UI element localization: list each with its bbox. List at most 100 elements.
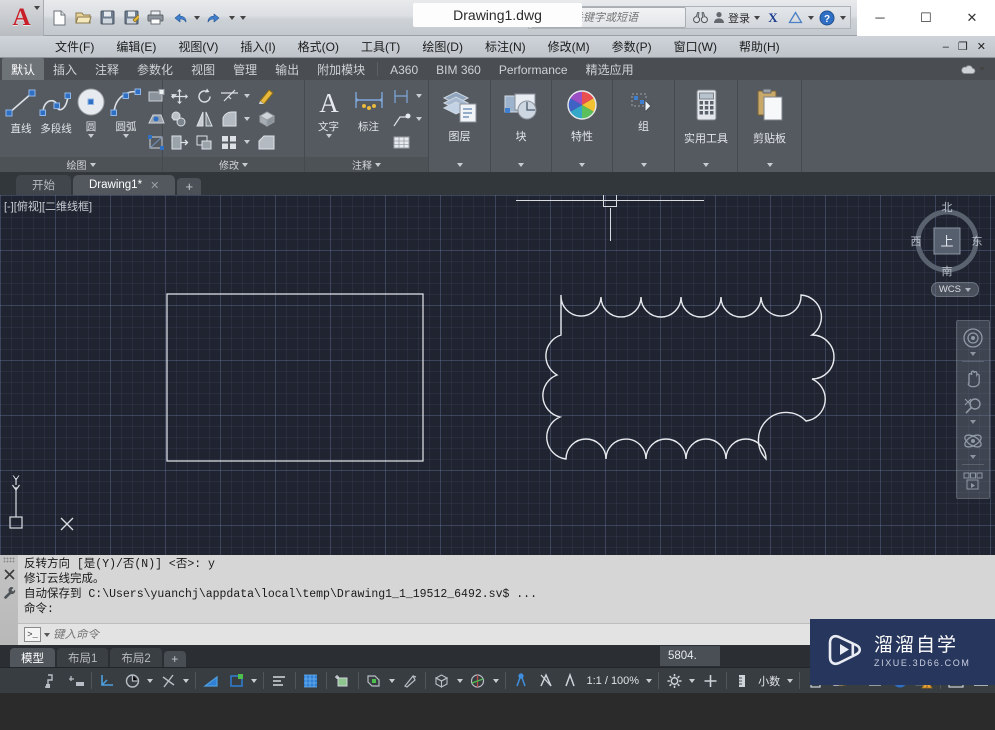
isometric-drafting-button[interactable] xyxy=(267,669,292,693)
ribbon-tab-parametric[interactable]: 参数化 xyxy=(128,58,182,80)
save-as-file-icon[interactable] xyxy=(120,6,143,30)
object-snap-button[interactable] xyxy=(330,669,355,693)
trim-button[interactable] xyxy=(217,85,241,107)
menu-item-edit[interactable]: 编辑(E) xyxy=(105,36,167,57)
ribbon-tab-annotate[interactable]: 注释 xyxy=(86,58,128,80)
layout-tab-layout1[interactable]: 布局1 xyxy=(57,648,109,667)
wcs-selector[interactable]: WCS xyxy=(930,282,979,297)
workspace-switch-button[interactable] xyxy=(662,669,687,693)
command-prompt-chevron-down-icon[interactable] xyxy=(44,632,50,637)
command-settings-wrench-icon[interactable] xyxy=(3,586,16,600)
trim-chevron-down-icon[interactable] xyxy=(242,85,252,107)
close-document-button[interactable]: ✕ xyxy=(977,40,986,53)
dim-style-chevron-down-icon[interactable] xyxy=(414,85,424,107)
modify-panel-title[interactable]: 修改 xyxy=(163,157,304,172)
draw-panel-chevron-down-icon[interactable] xyxy=(89,162,96,167)
annotation-visibility-button[interactable] xyxy=(509,669,534,693)
restore-document-button[interactable]: ❐ xyxy=(958,40,968,53)
help-chevron-down-icon[interactable] xyxy=(838,6,848,30)
autocad-a-logo[interactable]: A xyxy=(0,0,44,36)
annotation-monitor-button[interactable] xyxy=(558,669,583,693)
undo-chevron-down-icon[interactable] xyxy=(192,6,202,30)
mirror-button[interactable] xyxy=(192,108,216,130)
qat-customize-chevron-down-icon[interactable] xyxy=(238,6,248,30)
file-tab-drawing1[interactable]: Drawing1* ✕ xyxy=(73,175,176,195)
file-tab-close-icon[interactable]: ✕ xyxy=(150,179,159,192)
units-chevron-down-icon[interactable] xyxy=(784,669,796,693)
menu-item-draw[interactable]: 绘图(D) xyxy=(411,36,474,57)
ribbon-tab-insert[interactable]: 插入 xyxy=(44,58,86,80)
circle-chevron-down-icon[interactable] xyxy=(88,134,94,138)
command-line-grip[interactable] xyxy=(3,557,15,563)
dynamic-ucs-button[interactable] xyxy=(466,669,491,693)
autoscale-button[interactable] xyxy=(533,669,558,693)
arc-button[interactable]: 圆弧 xyxy=(109,83,143,138)
leader-button[interactable] xyxy=(389,108,413,130)
arc-chevron-down-icon[interactable] xyxy=(123,134,129,138)
command-close-icon[interactable] xyxy=(3,569,15,580)
annotation-panel-title[interactable]: 注释 xyxy=(305,157,428,172)
layout-tab-layout2[interactable]: 布局2 xyxy=(110,648,162,667)
view-cube[interactable]: 北 南 东 西 上 xyxy=(907,195,987,279)
block-panel[interactable]: 块 xyxy=(491,80,552,172)
rotate-button[interactable] xyxy=(192,85,216,107)
clipboard-panel[interactable]: 剪贴板 xyxy=(738,80,802,172)
annotation-scale-chevron-down-icon[interactable] xyxy=(643,669,655,693)
display-grid-button[interactable] xyxy=(64,669,89,693)
ribbon-tab-default[interactable]: 默认 xyxy=(2,58,45,80)
object-snap-tracking-button[interactable] xyxy=(299,669,324,693)
text-chevron-down-icon[interactable] xyxy=(325,134,332,138)
array-button[interactable] xyxy=(217,131,241,153)
a360-chevron-down-icon[interactable] xyxy=(806,6,816,30)
dim-style-button[interactable] xyxy=(389,85,413,107)
redo-chevron-down-icon[interactable] xyxy=(227,6,237,30)
steering-wheel-button[interactable] xyxy=(958,324,988,359)
properties-panel-chevron-down-icon[interactable] xyxy=(579,157,585,172)
move-button[interactable] xyxy=(167,85,191,107)
annotation-panel-chevron-down-icon[interactable] xyxy=(375,162,381,167)
menu-item-tools[interactable]: 工具(T) xyxy=(350,36,411,57)
exchange-apps-icon[interactable]: X xyxy=(762,5,784,31)
utilities-panel[interactable]: 实用工具 xyxy=(675,80,738,172)
new-file-icon[interactable] xyxy=(48,6,71,30)
dynamic-ucs-chevron-down-icon[interactable] xyxy=(490,669,502,693)
ribbon-tab-performance[interactable]: Performance xyxy=(490,58,577,80)
copy-button[interactable] xyxy=(167,108,191,130)
ribbon-tab-a360[interactable]: A360 xyxy=(381,58,427,80)
ribbon-tab-manage[interactable]: 管理 xyxy=(224,58,266,80)
steering-wheel-chevron-down-icon[interactable] xyxy=(970,352,976,356)
block-panel-chevron-down-icon[interactable] xyxy=(518,157,524,172)
polar-tracking-chevron-down-icon[interactable] xyxy=(248,669,260,693)
dimension-button[interactable]: 标注 xyxy=(349,83,388,134)
clipboard-panel-chevron-down-icon[interactable] xyxy=(766,157,773,172)
ribbon-cloud-button[interactable] xyxy=(960,58,995,80)
chamfer-button[interactable] xyxy=(255,131,279,153)
close-window-button[interactable]: ✕ xyxy=(949,0,995,36)
draw-panel-title[interactable]: 绘图 xyxy=(0,157,162,172)
fillet-chevron-down-icon[interactable] xyxy=(242,108,252,130)
scale-button[interactable] xyxy=(192,131,216,153)
lineweight-chevron-down-icon[interactable] xyxy=(386,669,398,693)
wcs-chevron-down-icon[interactable] xyxy=(965,287,971,292)
save-file-icon[interactable] xyxy=(96,6,119,30)
annotation-scale-label[interactable]: 1:1 / 100% xyxy=(582,675,643,687)
add-status-button[interactable] xyxy=(698,669,723,693)
dynamic-input-chevron-down-icon[interactable] xyxy=(181,669,193,693)
fillet-button[interactable] xyxy=(217,108,241,130)
coordinate-display[interactable]: 5804. xyxy=(660,646,720,666)
menu-item-help[interactable]: 帮助(H) xyxy=(728,36,791,57)
ribbon-tab-addins[interactable]: 附加模块 xyxy=(308,58,374,80)
table-button[interactable] xyxy=(389,131,413,153)
stretch-button[interactable] xyxy=(167,131,191,153)
group-panel-chevron-down-icon[interactable] xyxy=(640,157,647,172)
menu-item-modify[interactable]: 修改(M) xyxy=(537,36,601,57)
menu-item-format[interactable]: 格式(O) xyxy=(287,36,350,57)
maximize-window-button[interactable]: ☐ xyxy=(903,0,949,36)
modify-panel-chevron-down-icon[interactable] xyxy=(242,162,248,167)
ortho-mode-button[interactable] xyxy=(199,669,224,693)
3d-object-snap-chevron-down-icon[interactable] xyxy=(454,669,466,693)
menu-item-insert[interactable]: 插入(I) xyxy=(229,36,286,57)
units-button[interactable] xyxy=(730,669,755,693)
orbit-button[interactable] xyxy=(958,427,988,462)
polyline-button[interactable]: 多段线 xyxy=(39,83,73,136)
